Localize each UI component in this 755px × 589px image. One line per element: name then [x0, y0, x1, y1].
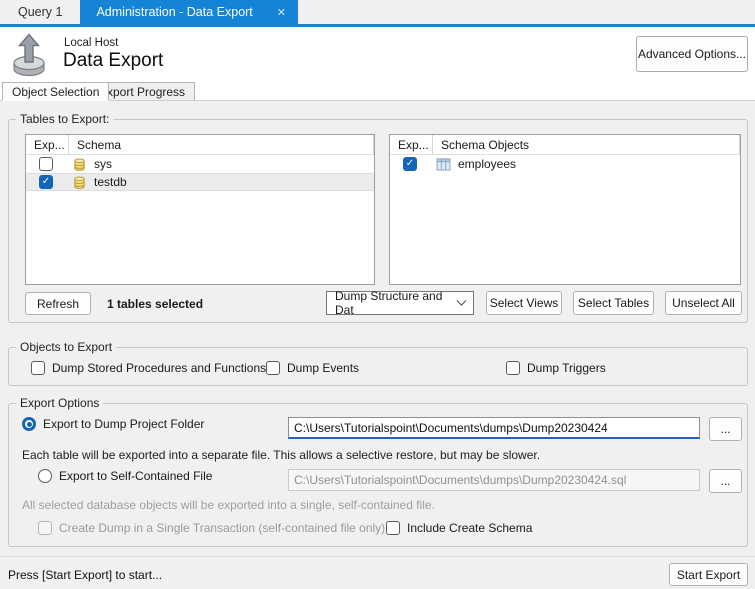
single-transaction-option: Create Dump in a Single Transaction (sel… — [38, 520, 385, 536]
footer-divider — [0, 556, 755, 557]
folder-browse-button[interactable]: ... — [709, 417, 742, 441]
tab-active-label: Administration - Data Export — [96, 5, 252, 19]
select-views-button[interactable]: Select Views — [486, 291, 562, 315]
export-to-file-radio[interactable] — [38, 469, 52, 483]
schema-objects-header: Exp... Schema Objects — [390, 135, 740, 155]
schema-list[interactable]: Exp... Schema sys — [25, 134, 375, 285]
schema-list-col-schema: Schema — [69, 135, 374, 155]
dump-stored-procedures-label[interactable]: Dump Stored Procedures and Functions — [52, 361, 266, 375]
dump-events-label[interactable]: Dump Events — [287, 361, 359, 375]
include-create-schema-option: Include Create Schema — [386, 520, 532, 536]
dump-stored-procedures-checkbox[interactable] — [31, 361, 45, 375]
schema-objects-list[interactable]: Exp... Schema Objects employees — [389, 134, 741, 285]
export-to-folder-option: Export to Dump Project Folder — [22, 416, 204, 432]
include-create-schema-checkbox[interactable] — [386, 521, 400, 535]
tab-administration-data-export[interactable]: Administration - Data Export ✕ — [80, 0, 298, 24]
objects-to-export-title: Objects to Export — [16, 340, 116, 354]
single-transaction-label[interactable]: Create Dump in a Single Transaction (sel… — [59, 521, 385, 535]
tab-query-1[interactable]: Query 1 — [0, 0, 80, 24]
file-export-note: All selected database objects will be ex… — [22, 498, 435, 512]
file-browse-button[interactable]: ... — [709, 469, 742, 493]
dump-type-value: Dump Structure and Dat — [335, 289, 458, 317]
export-to-file-option: Export to Self-Contained File — [38, 468, 212, 484]
schema-row-sys[interactable]: sys — [26, 155, 374, 173]
select-tables-button[interactable]: Select Tables — [573, 291, 654, 315]
host-label: Local Host — [64, 37, 118, 49]
data-export-icon — [10, 31, 50, 81]
employees-checkbox[interactable] — [403, 157, 417, 171]
include-create-schema-label[interactable]: Include Create Schema — [407, 521, 532, 535]
schema-list-header: Exp... Schema — [26, 135, 374, 155]
page-header: Local Host Data Export Advanced Options.… — [0, 27, 755, 82]
schema-list-col-export: Exp... — [26, 135, 69, 155]
document-tab-bar: Query 1 Administration - Data Export ✕ — [0, 0, 755, 27]
table-icon — [436, 158, 451, 171]
export-to-folder-radio[interactable] — [22, 417, 36, 431]
tab-object-selection[interactable]: Object Selection — [2, 82, 109, 101]
objects-to-export-group: Objects to Export Dump Stored Procedures… — [8, 347, 748, 386]
status-text: Press [Start Export] to start... — [8, 568, 162, 582]
object-row-employees[interactable]: employees — [390, 155, 740, 173]
schema-testdb-checkbox[interactable] — [39, 175, 53, 189]
dump-triggers-label[interactable]: Dump Triggers — [527, 361, 606, 375]
database-icon — [72, 157, 87, 172]
tables-to-export-group: Tables to Export: Exp... Schema sys — [8, 119, 748, 323]
export-to-file-label[interactable]: Export to Self-Contained File — [59, 469, 212, 483]
objects-list-col-name: Schema Objects — [433, 135, 740, 155]
object-selection-panel: Tables to Export: Exp... Schema sys — [0, 100, 755, 589]
tables-to-export-title: Tables to Export: — [16, 112, 113, 126]
dump-events-option: Dump Events — [266, 360, 359, 376]
folder-export-note: Each table will be exported into a separ… — [22, 448, 540, 462]
dump-type-dropdown[interactable]: Dump Structure and Dat — [326, 291, 474, 315]
refresh-button[interactable]: Refresh — [25, 292, 91, 315]
single-transaction-checkbox[interactable] — [38, 521, 52, 535]
page-title: Data Export — [63, 50, 163, 72]
schema-row-testdb[interactable]: testdb — [26, 173, 374, 191]
tab-query-1-label: Query 1 — [18, 5, 62, 19]
unselect-all-button[interactable]: Unselect All — [665, 291, 742, 315]
export-options-title: Export Options — [16, 396, 103, 410]
dump-stored-procedures-option: Dump Stored Procedures and Functions — [31, 360, 266, 376]
file-path-input[interactable] — [288, 469, 700, 491]
start-export-button[interactable]: Start Export — [669, 563, 748, 586]
tables-selected-label: 1 tables selected — [107, 297, 203, 311]
database-icon — [72, 175, 87, 190]
object-row-label: employees — [458, 157, 516, 171]
schema-row-label: testdb — [94, 175, 127, 189]
folder-path-input[interactable] — [288, 417, 700, 439]
export-options-group: Export Options Export to Dump Project Fo… — [8, 403, 748, 547]
dump-events-checkbox[interactable] — [266, 361, 280, 375]
advanced-options-button[interactable]: Advanced Options... — [636, 36, 748, 72]
schema-sys-checkbox[interactable] — [39, 157, 53, 171]
dump-triggers-option: Dump Triggers — [506, 360, 606, 376]
schema-row-label: sys — [94, 157, 112, 171]
subtab-bar: Object Selection Export Progress — [0, 82, 755, 101]
dump-triggers-checkbox[interactable] — [506, 361, 520, 375]
objects-list-col-export: Exp... — [390, 135, 433, 155]
export-to-folder-label[interactable]: Export to Dump Project Folder — [43, 417, 204, 431]
close-tab-icon[interactable]: ✕ — [277, 6, 286, 19]
